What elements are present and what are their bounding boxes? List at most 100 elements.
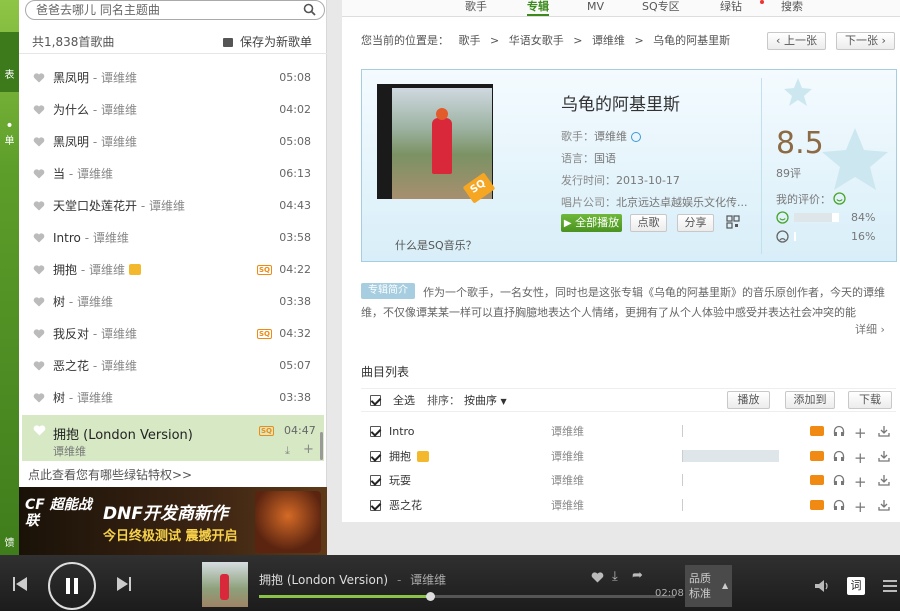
sq-question-link[interactable]: 什么是SQ音乐？: [395, 237, 477, 253]
lyrics-button[interactable]: 词: [847, 577, 865, 595]
track-checkbox[interactable]: [370, 450, 381, 462]
menu-icon[interactable]: [883, 580, 897, 592]
like-face-icon[interactable]: [776, 211, 789, 224]
scrollbar-thumb[interactable]: [320, 432, 323, 460]
share-button[interactable]: 分享: [677, 214, 714, 232]
tab-green-diamond[interactable]: 绿钻: [720, 0, 742, 16]
share-icon[interactable]: ➦: [632, 568, 643, 583]
dislike-face-icon[interactable]: [776, 230, 789, 243]
heart-icon[interactable]: [591, 572, 604, 583]
download-icon[interactable]: [878, 425, 890, 437]
breadcrumb-item[interactable]: 谭维维: [592, 34, 625, 47]
track-row[interactable]: 拥抱 谭维维 +: [361, 445, 896, 469]
song-row[interactable]: 黑凤明 - 谭维维 05:08: [19, 126, 324, 158]
heart-icon[interactable]: [33, 361, 45, 371]
nav-label[interactable]: 单: [0, 132, 19, 147]
song-row[interactable]: 黑凤明 - 谭维维 05:08: [19, 62, 324, 94]
play-button[interactable]: 播放: [727, 391, 770, 409]
now-playing-artist[interactable]: 谭维维: [410, 573, 446, 587]
track-artist[interactable]: 谭维维: [551, 494, 584, 518]
heart-icon[interactable]: [33, 393, 45, 403]
track-row[interactable]: 玩耍 谭维维 +: [361, 469, 896, 493]
tab-sq[interactable]: SQ专区: [642, 0, 680, 16]
next-track-icon[interactable]: [116, 576, 132, 592]
add-icon[interactable]: +: [303, 442, 314, 457]
track-row[interactable]: 恶之花 谭维维 +: [361, 494, 896, 518]
track-artist[interactable]: 谭维维: [551, 445, 584, 469]
track-name[interactable]: 恶之花: [389, 494, 422, 518]
download-button[interactable]: 下载: [848, 391, 892, 409]
search-icon[interactable]: [303, 3, 316, 16]
volume-icon[interactable]: [814, 579, 830, 593]
track-checkbox[interactable]: [370, 499, 381, 511]
track-name[interactable]: 玩耍: [389, 469, 411, 493]
track-artist[interactable]: 谭维维: [551, 420, 584, 444]
save-playlist-button[interactable]: 保存为新歌单: [240, 30, 312, 54]
intro-more-link[interactable]: 详细 ›: [855, 321, 885, 337]
add-icon[interactable]: +: [854, 470, 867, 494]
next-album-button[interactable]: 下一张 ›: [836, 32, 895, 50]
chevron-up-icon[interactable]: ▲: [722, 581, 728, 590]
song-row[interactable]: 当 - 谭维维 06:13: [19, 158, 324, 190]
song-row[interactable]: 为什么 - 谭维维 04:02: [19, 94, 324, 126]
song-row[interactable]: 拥抱 - 谭维维 SQ 04:22: [19, 254, 324, 286]
download-icon[interactable]: [878, 499, 890, 511]
breadcrumb-item[interactable]: 华语女歌手: [509, 34, 564, 47]
download-icon[interactable]: ⤓: [285, 444, 290, 458]
song-row[interactable]: 树 - 谭维维 03:38: [19, 382, 324, 414]
add-to-button[interactable]: 添加到: [785, 391, 835, 409]
song-row[interactable]: Intro - 谭维维 03:58: [19, 222, 324, 254]
tab-search[interactable]: 搜索: [781, 0, 803, 16]
prev-album-button[interactable]: ‹ 上一张: [767, 32, 826, 50]
tab-album[interactable]: 专辑: [527, 0, 549, 16]
tab-singer[interactable]: 歌手: [465, 0, 487, 16]
select-all-checkbox[interactable]: [370, 395, 381, 406]
song-row[interactable]: 我反对 - 谭维维 SQ 04:32: [19, 318, 324, 350]
track-artist[interactable]: 谭维维: [551, 469, 584, 493]
now-playing-title[interactable]: 拥抱 (London Version): [259, 573, 388, 587]
headphones-icon[interactable]: [833, 499, 845, 511]
track-row[interactable]: Intro 谭维维 +: [361, 420, 896, 444]
smile-rating-icon[interactable]: [833, 192, 846, 205]
download-icon[interactable]: [878, 450, 890, 462]
song-row[interactable]: 树 - 谭维维 03:38: [19, 286, 324, 318]
progress-knob[interactable]: [425, 592, 435, 601]
headphones-icon[interactable]: [833, 450, 845, 462]
track-checkbox[interactable]: [370, 475, 381, 486]
headphones-icon[interactable]: [833, 474, 845, 486]
heart-icon[interactable]: [33, 137, 45, 147]
play-all-button[interactable]: ▶ 全部播放: [561, 214, 622, 232]
now-playing-cover[interactable]: [202, 562, 248, 607]
heart-icon[interactable]: [33, 169, 45, 179]
headphones-icon[interactable]: [833, 425, 845, 437]
singer-info-icon[interactable]: [630, 132, 641, 142]
song-row[interactable]: 恶之花 - 谭维维 05:07: [19, 350, 324, 382]
track-checkbox[interactable]: [370, 426, 381, 437]
album-cover-image[interactable]: SQ: [392, 88, 496, 204]
heart-icon[interactable]: [33, 329, 45, 339]
add-icon[interactable]: +: [854, 446, 867, 470]
add-icon[interactable]: +: [854, 421, 867, 445]
nav-tab-playlist[interactable]: 表: [0, 32, 19, 92]
comment-button[interactable]: 点歌: [630, 214, 667, 232]
sort-dropdown[interactable]: 按曲序 ▼: [464, 389, 507, 414]
breadcrumb-item[interactable]: 歌手: [459, 34, 481, 47]
ad-banner[interactable]: CF 超能战联 DNF开发商新作 今日终极测试 震撼开启: [19, 487, 327, 555]
heart-icon[interactable]: [33, 201, 45, 211]
download-icon[interactable]: ⤓: [612, 569, 618, 584]
download-icon[interactable]: [878, 474, 890, 486]
heart-icon[interactable]: [33, 297, 45, 307]
heart-icon[interactable]: [33, 425, 46, 436]
tab-mv[interactable]: MV: [587, 0, 604, 16]
nav-label[interactable]: 馈: [0, 534, 19, 549]
song-row[interactable]: 天堂口处莲花开 - 谭维维 04:43: [19, 190, 324, 222]
heart-icon[interactable]: [33, 233, 45, 243]
track-name[interactable]: 拥抱: [389, 445, 411, 469]
heart-icon[interactable]: [33, 73, 45, 83]
heart-icon[interactable]: [33, 265, 45, 275]
previous-track-icon[interactable]: [12, 576, 28, 592]
vip-privilege-link[interactable]: 点此查看您有哪些绿钻特权>>: [28, 466, 192, 483]
pause-button[interactable]: [48, 562, 96, 610]
track-name[interactable]: Intro: [389, 420, 415, 444]
heart-icon[interactable]: [33, 105, 45, 115]
